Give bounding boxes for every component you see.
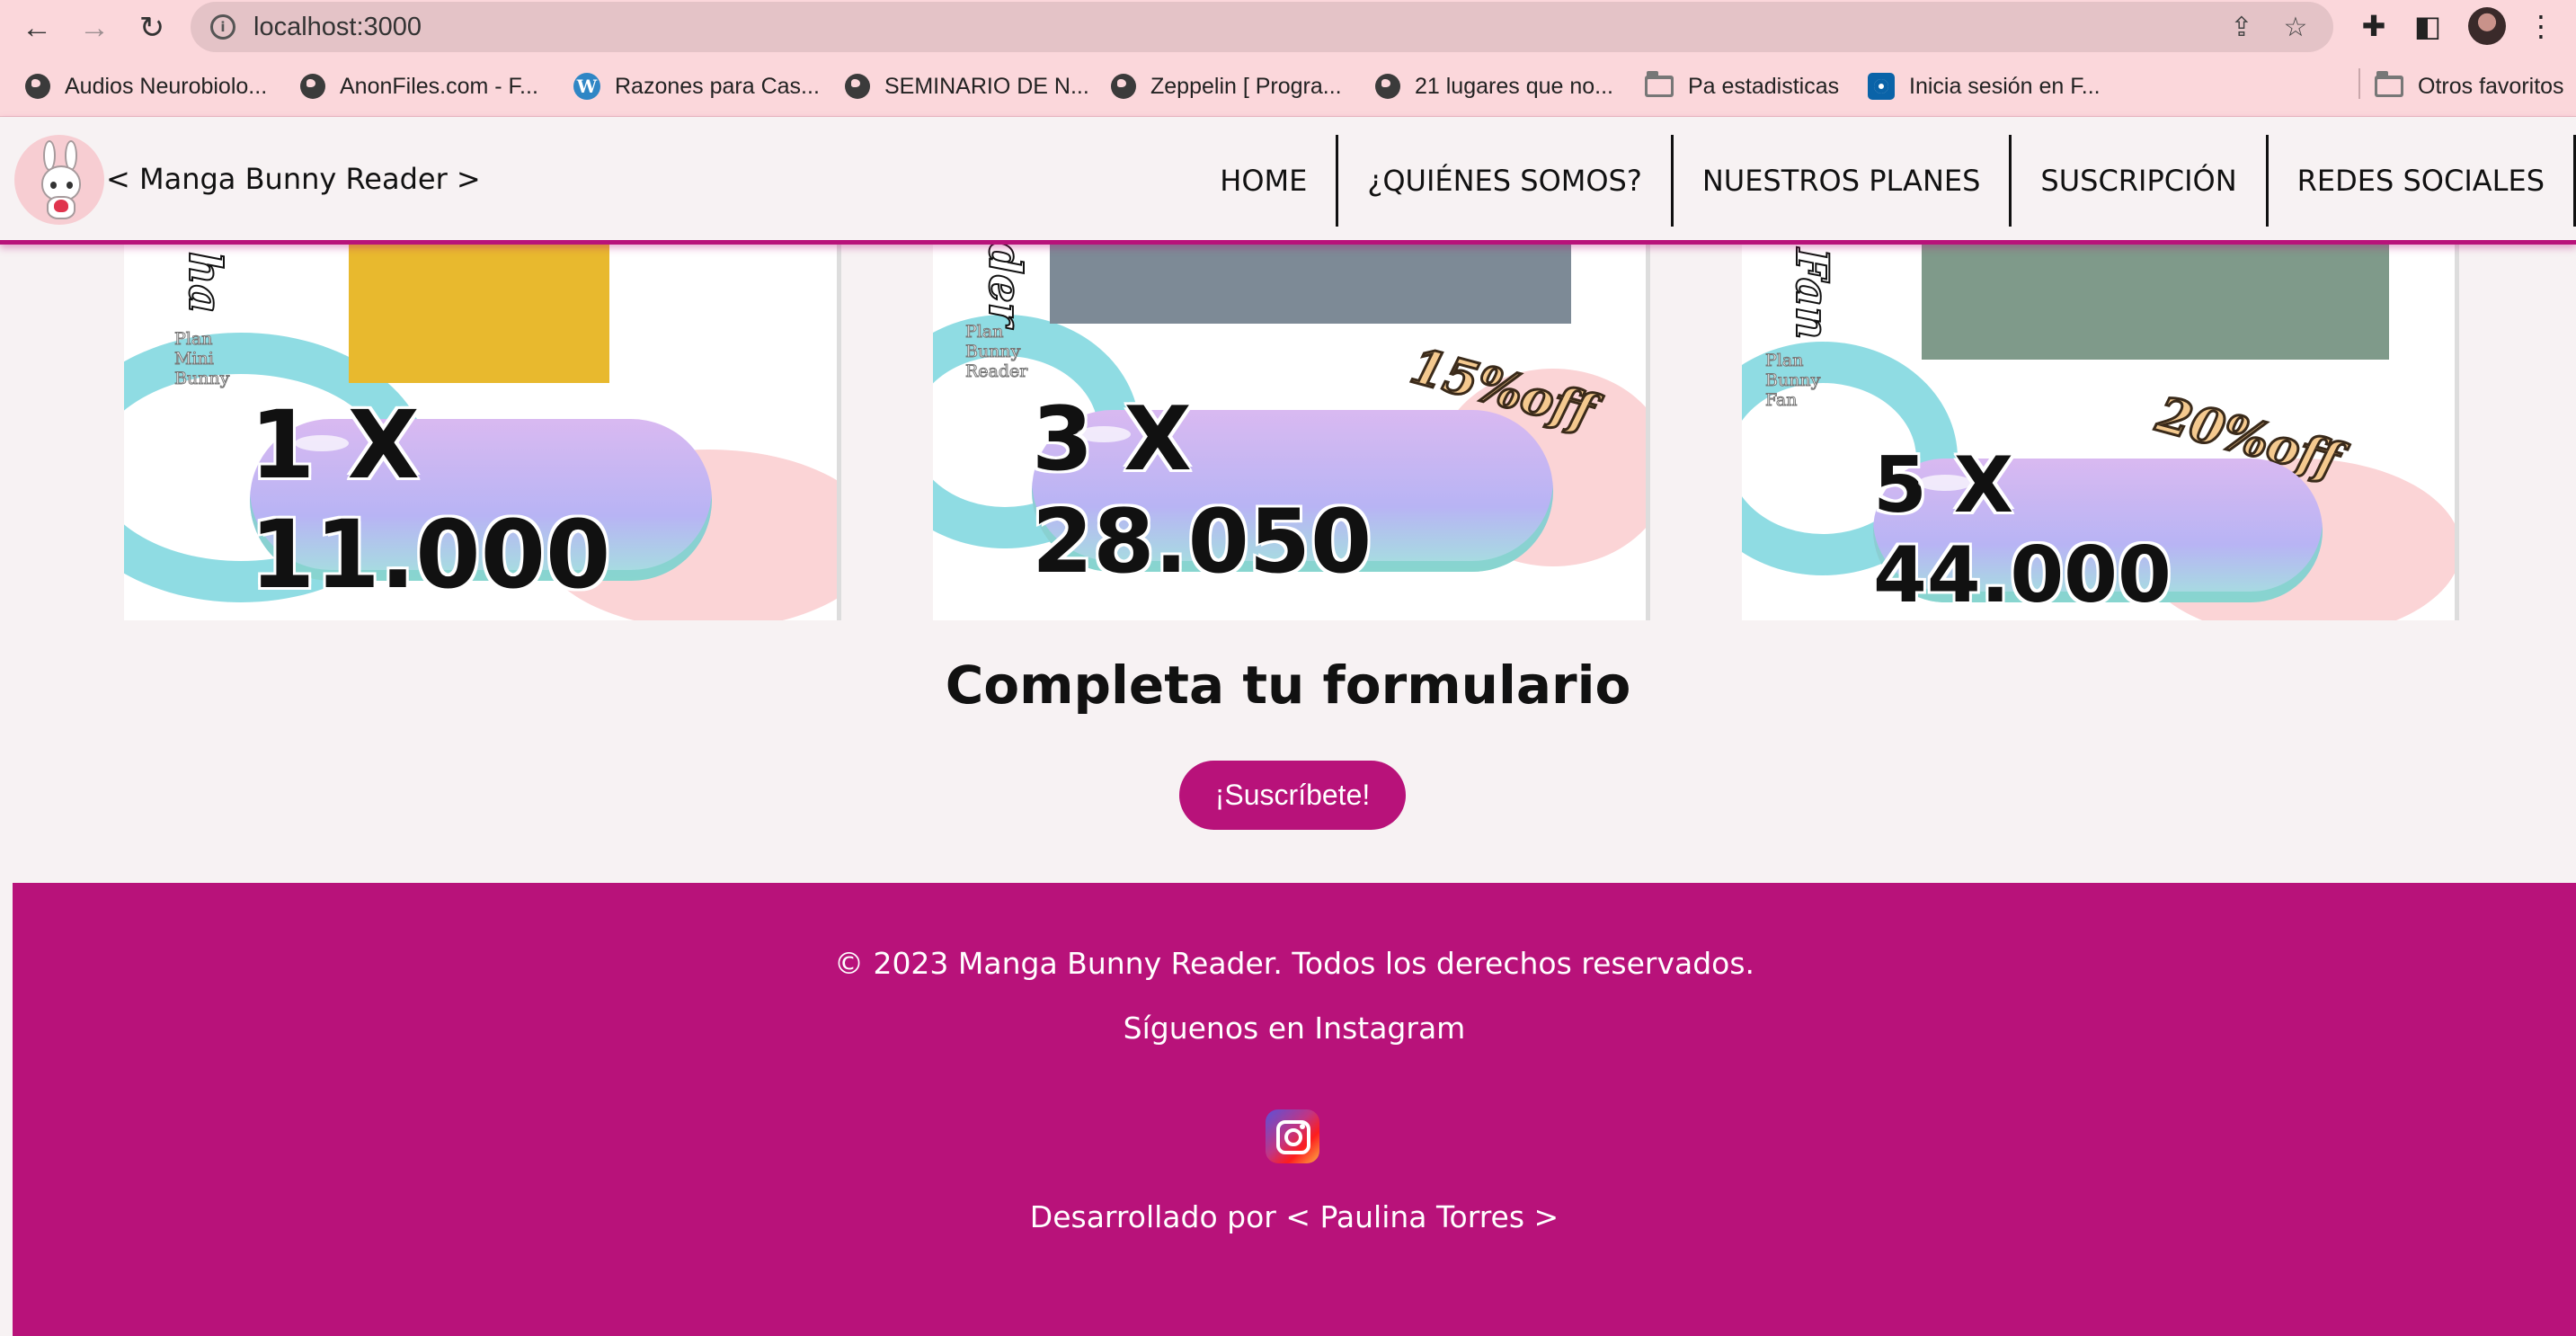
decorative-title: ha	[178, 251, 233, 315]
nav-quienes-somos[interactable]: ¿QUIÉNES SOMOS?	[1338, 135, 1674, 227]
site-brand[interactable]: < Manga Bunny Reader >	[106, 162, 481, 196]
back-icon[interactable]: ←	[18, 9, 56, 47]
nav-suscripcion[interactable]: SUSCRIPCIÓN	[2012, 135, 2269, 227]
bookmark-item[interactable]: Inicia sesión en F...	[1868, 68, 2101, 104]
site-header: < Manga Bunny Reader > HOME ¿QUIÉNES SOM…	[0, 117, 2576, 245]
price-pill: 3 X 28.050	[1031, 387, 1553, 595]
bunny-eye	[67, 182, 73, 189]
manga-cover	[1050, 243, 1571, 324]
nav-nuestros-planes[interactable]: NUESTROS PLANES	[1674, 135, 2012, 227]
bookmark-item[interactable]: SEMINARIO DE N...	[845, 68, 1089, 104]
site-footer: © 2023 Manga Bunny Reader. Todos los der…	[13, 883, 2576, 1336]
globe-icon	[1375, 74, 1400, 99]
site-icon	[1868, 73, 1895, 100]
nav-redes-sociales[interactable]: REDES SOCIALES	[2269, 135, 2576, 227]
heart-icon	[54, 200, 68, 212]
decorative-title: der	[978, 243, 1033, 327]
plan-card[interactable]: ha Plan Mini Bunny 1 X 11.000	[124, 243, 841, 620]
main-nav: HOME ¿QUIÉNES SOMOS? NUESTROS PLANES SUS…	[1220, 135, 2576, 227]
price-pill: 1 X 11.000	[249, 389, 712, 611]
manga-cover	[1922, 243, 2389, 360]
plan-tag: Plan Bunny Fan	[1765, 351, 1821, 411]
price-label: 5 X 44.000	[1872, 440, 2173, 621]
url-text[interactable]: localhost:3000	[253, 13, 422, 42]
browser-toolbar: ← → ↻ i localhost:3000 ⇪ ☆ ✚ ◧ ⋮	[0, 0, 2576, 56]
instagram-icon[interactable]	[1266, 1109, 1319, 1163]
price-label: 1 X 11.000	[249, 389, 612, 611]
plan-tag: Plan Mini Bunny	[174, 329, 230, 389]
form-title: Completa tu formulario	[945, 655, 1631, 716]
site-info-icon[interactable]: i	[210, 14, 235, 40]
reload-icon[interactable]: ↻	[133, 9, 171, 47]
bookmark-item[interactable]: Zeppelin [ Progra...	[1111, 68, 1342, 104]
price-label: 3 X 28.050	[1031, 387, 1373, 595]
developer-credit: Desarrollado por < Paulina Torres >	[1029, 1199, 1559, 1234]
profile-avatar[interactable]	[2468, 7, 2506, 45]
bookmarks-bar: Audios Neurobiolo... AnonFiles.com - F..…	[0, 56, 2576, 117]
bunny-logo[interactable]	[14, 135, 104, 225]
globe-icon	[25, 74, 50, 99]
decorative-title: Fan	[1785, 247, 1840, 341]
globe-icon	[845, 74, 870, 99]
folder-icon	[2375, 71, 2403, 97]
address-bar[interactable]: i localhost:3000 ⇪ ☆	[191, 2, 2333, 52]
follow-instagram-text: Síguenos en Instagram	[1123, 1011, 1466, 1046]
plan-card[interactable]: der Plan Bunny Reader 15%off 3 X 28.050	[933, 243, 1650, 620]
price-pill: 5 X 44.000	[1872, 440, 2323, 620]
copyright-text: © 2023 Manga Bunny Reader. Todos los der…	[833, 946, 1755, 981]
globe-icon	[1111, 74, 1136, 99]
bunny-eye	[50, 182, 57, 189]
extensions-icon[interactable]: ✚	[2355, 7, 2393, 45]
forward-icon[interactable]: →	[76, 9, 113, 47]
share-icon[interactable]: ⇪	[2225, 11, 2258, 43]
subscribe-button[interactable]: ¡Suscríbete!	[1179, 761, 1406, 830]
wordpress-icon: W	[573, 73, 600, 100]
plan-card[interactable]: Fan Plan Bunny Fan 20%off 5 X 44.000	[1742, 243, 2459, 620]
bookmarks-divider	[2358, 68, 2360, 99]
other-bookmarks-folder[interactable]: Otros favoritos	[2375, 68, 2564, 104]
bookmark-item[interactable]: W Razones para Cas...	[573, 68, 820, 104]
manga-cover	[349, 243, 609, 383]
bookmark-item[interactable]: Audios Neurobiolo...	[25, 68, 267, 104]
bookmark-item[interactable]: AnonFiles.com - F...	[300, 68, 538, 104]
instagram-dot	[1300, 1124, 1305, 1129]
menu-dots-icon[interactable]: ⋮	[2522, 7, 2560, 45]
bookmark-item[interactable]: 21 lugares que no...	[1375, 68, 1613, 104]
nav-home[interactable]: HOME	[1220, 135, 1339, 227]
plan-tag: Plan Bunny Reader	[965, 322, 1028, 382]
side-panel-icon[interactable]: ◧	[2409, 7, 2447, 45]
globe-icon	[300, 74, 325, 99]
folder-icon	[1645, 71, 1674, 97]
star-icon[interactable]: ☆	[2279, 11, 2312, 43]
bookmark-folder[interactable]: Pa estadisticas	[1645, 68, 1839, 104]
